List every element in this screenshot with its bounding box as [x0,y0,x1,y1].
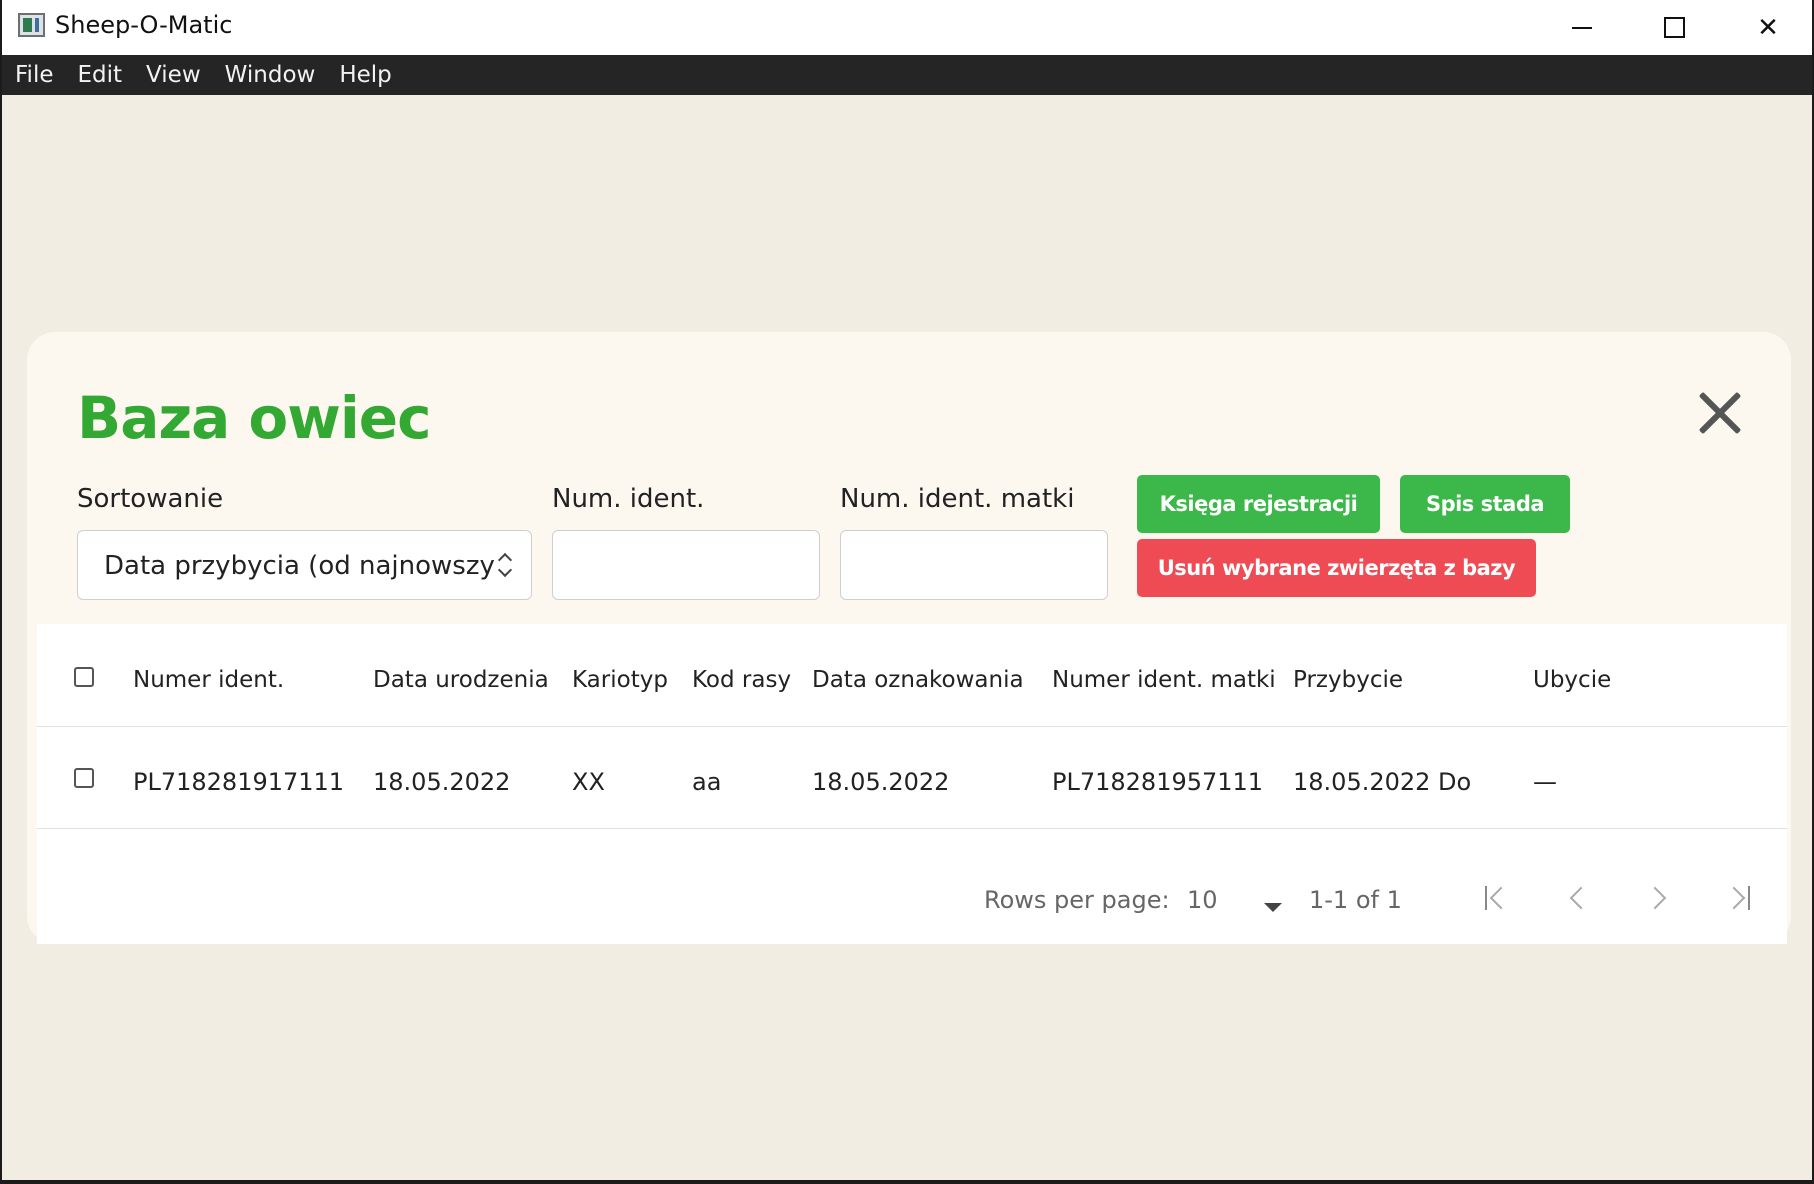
next-page-button[interactable] [1636,876,1680,920]
title-bar: Sheep-O-Matic ✕ [2,0,1812,55]
column-header[interactable]: Data urodzenia [373,667,549,693]
page-title: Baza owiec [77,384,431,452]
column-header[interactable]: Numer ident. [133,667,284,693]
last-page-icon [1748,886,1750,910]
column-header[interactable]: Kod rasy [692,667,791,693]
chevron-up-down-icon [497,551,513,581]
app-icon [18,13,45,37]
window-title: Sheep-O-Matic [55,11,233,39]
maximize-button[interactable] [1628,0,1720,55]
herd-inventory-button[interactable]: Spis stada [1400,475,1570,533]
mother-id-input[interactable] [840,530,1108,600]
chevron-right-icon [1643,886,1667,910]
sort-select[interactable]: Data przybycia (od najnowszy [77,530,532,600]
chevron-right-icon [1722,886,1746,910]
menu-file[interactable]: File [2,55,66,95]
last-page-button[interactable] [1716,876,1760,920]
id-input[interactable] [552,530,820,600]
menu-edit[interactable]: Edit [66,55,135,95]
chevron-left-icon [1489,886,1513,910]
sort-label: Sortowanie [77,484,224,514]
first-page-icon [1485,886,1487,910]
rows-per-page-select[interactable]: 10 [1187,886,1218,914]
first-page-button[interactable] [1475,876,1519,920]
pagination-range: 1-1 of 1 [1309,886,1402,914]
registry-book-button[interactable]: Księga rejestracji [1137,475,1380,533]
maximize-icon [1663,17,1685,38]
menu-help[interactable]: Help [327,55,403,95]
rows-per-page-label: Rows per page: [984,886,1170,914]
mother-id-label: Num. ident. matki [840,484,1075,514]
cell-arrival: 18.05.2022 Do [1293,768,1472,796]
column-header[interactable]: Przybycie [1293,667,1403,693]
previous-page-button[interactable] [1556,876,1600,920]
minimize-button[interactable] [1536,0,1628,55]
app-window: Sheep-O-Matic ✕ File Edit View Window He… [2,0,1812,1180]
caret-down-icon[interactable] [1264,903,1282,912]
cell-departure: — [1533,768,1557,796]
minimize-icon [1572,26,1592,29]
close-icon: ✕ [1757,12,1779,43]
column-header[interactable]: Ubycie [1533,667,1611,693]
sheep-database-card: Baza owiec Sortowanie Data przybycia (od… [27,332,1791,944]
chevron-left-icon [1569,886,1593,910]
menu-view[interactable]: View [134,55,213,95]
row-checkbox[interactable] [74,768,94,788]
cell-mother-id: PL718281957111 [1052,768,1264,796]
select-all-checkbox[interactable] [74,667,94,687]
close-window-button[interactable]: ✕ [1722,0,1812,55]
column-header[interactable]: Data oznakowania [812,667,1024,693]
column-header[interactable]: Kariotyp [572,667,668,693]
row-divider [37,828,1787,829]
delete-selected-button[interactable]: Usuń wybrane zwierzęta z bazy [1137,539,1536,597]
id-label: Num. ident. [552,484,705,514]
cell-tagging-date: 18.05.2022 [812,768,950,796]
sheep-table: Numer ident. Data urodzenia Kariotyp Kod… [37,624,1787,944]
menu-window[interactable]: Window [213,55,328,95]
header-divider [37,726,1787,727]
column-header[interactable]: Numer ident. matki [1052,667,1276,693]
menu-bar: File Edit View Window Help [2,55,1812,95]
cell-birth-date: 18.05.2022 [373,768,511,796]
cell-breed-code: aa [692,768,722,796]
cell-id: PL718281917111 [133,768,345,796]
sort-select-value: Data przybycia (od najnowszy [104,551,495,581]
close-dialog-icon[interactable] [1695,388,1745,438]
cell-karyotype: XX [572,768,605,796]
